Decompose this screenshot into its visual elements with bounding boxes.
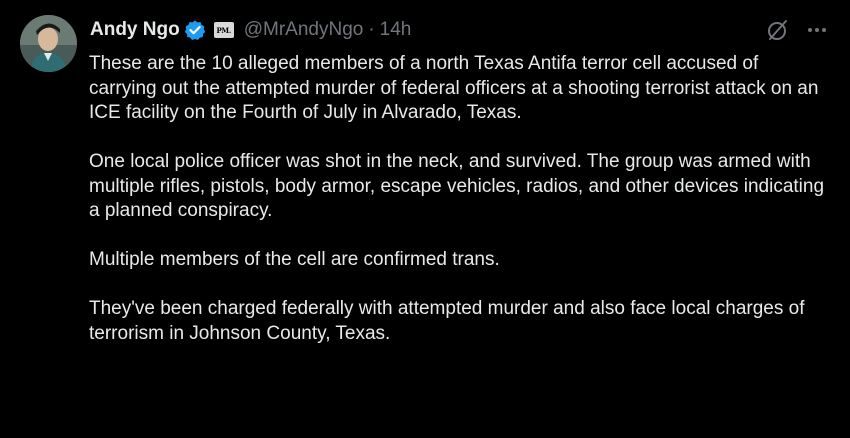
- tweet[interactable]: Andy Ngo PM. @MrAndyNgo · 14h These are …: [0, 0, 850, 438]
- tweet-paragraph: These are the 10 alleged members of a no…: [89, 53, 819, 123]
- affiliation-badge[interactable]: PM.: [213, 22, 234, 38]
- tweet-header: Andy Ngo PM. @MrAndyNgo · 14h: [90, 16, 411, 44]
- more-icon[interactable]: [806, 19, 828, 46]
- tweet-top-actions: [766, 18, 828, 47]
- tweet-paragraph: Multiple members of the cell are confirm…: [89, 249, 500, 270]
- tweet-paragraph: They've been charged federally with atte…: [89, 298, 805, 344]
- handle[interactable]: @MrAndyNgo: [244, 19, 364, 41]
- grok-icon[interactable]: [766, 18, 790, 47]
- tweet-text: These are the 10 alleged members of a no…: [89, 52, 829, 371]
- timestamp[interactable]: 14h: [380, 19, 412, 41]
- display-name[interactable]: Andy Ngo: [90, 19, 180, 41]
- verified-badge-icon: [184, 19, 206, 41]
- tweet-paragraph: One local police officer was shot in the…: [89, 151, 825, 221]
- avatar[interactable]: [20, 15, 77, 72]
- separator: ·: [368, 19, 375, 40]
